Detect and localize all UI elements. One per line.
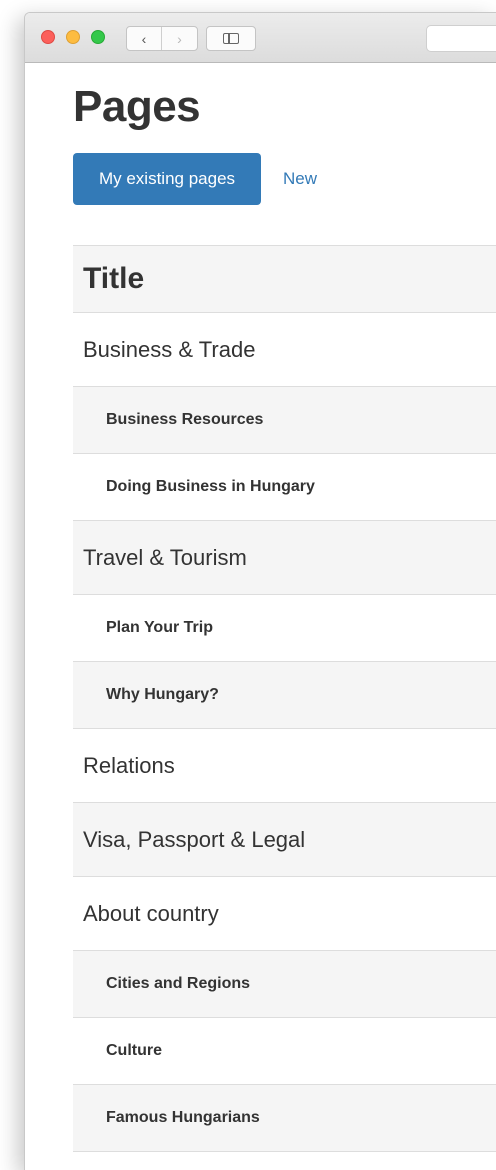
title-bar: ‹ › — [25, 13, 496, 63]
address-bar[interactable] — [426, 25, 496, 52]
maximize-window-button[interactable] — [91, 30, 105, 44]
table-row[interactable]: Why Hungary? — [73, 661, 496, 728]
table-row[interactable]: Business Resources — [73, 386, 496, 453]
browser-window: ‹ › Pages My existing pages New Title Bu… — [24, 12, 496, 1170]
table-header-title: Title — [73, 245, 496, 312]
close-window-button[interactable] — [41, 30, 55, 44]
desktop: ‹ › Pages My existing pages New Title Bu… — [0, 0, 496, 1170]
sidebar-toggle-button[interactable] — [206, 26, 256, 51]
sidebar-icon — [223, 33, 239, 44]
pages-table: Title Business & Trade Business Resource… — [73, 245, 496, 1170]
table-row[interactable]: Cities and Regions — [73, 950, 496, 1017]
table-row[interactable]: Gastronomy — [73, 1151, 496, 1170]
table-row[interactable]: Doing Business in Hungary — [73, 453, 496, 520]
table-row[interactable]: Relations — [73, 728, 496, 802]
table-row[interactable]: Business & Trade — [73, 312, 496, 386]
minimize-window-button[interactable] — [66, 30, 80, 44]
table-row[interactable]: Travel & Tourism — [73, 520, 496, 594]
table-row[interactable]: Plan Your Trip — [73, 594, 496, 661]
page-content: Pages My existing pages New Title Busine… — [25, 64, 496, 1170]
tab-my-existing-pages[interactable]: My existing pages — [73, 153, 261, 205]
back-icon[interactable]: ‹ — [127, 27, 162, 50]
forward-icon[interactable]: › — [162, 27, 197, 50]
table-row[interactable]: Visa, Passport & Legal — [73, 802, 496, 876]
table-row[interactable]: Culture — [73, 1017, 496, 1084]
tab-new[interactable]: New — [283, 153, 317, 205]
history-nav-group: ‹ › — [126, 26, 198, 51]
page-title: Pages — [73, 82, 201, 131]
table-row[interactable]: Famous Hungarians — [73, 1084, 496, 1151]
table-row[interactable]: About country — [73, 876, 496, 950]
